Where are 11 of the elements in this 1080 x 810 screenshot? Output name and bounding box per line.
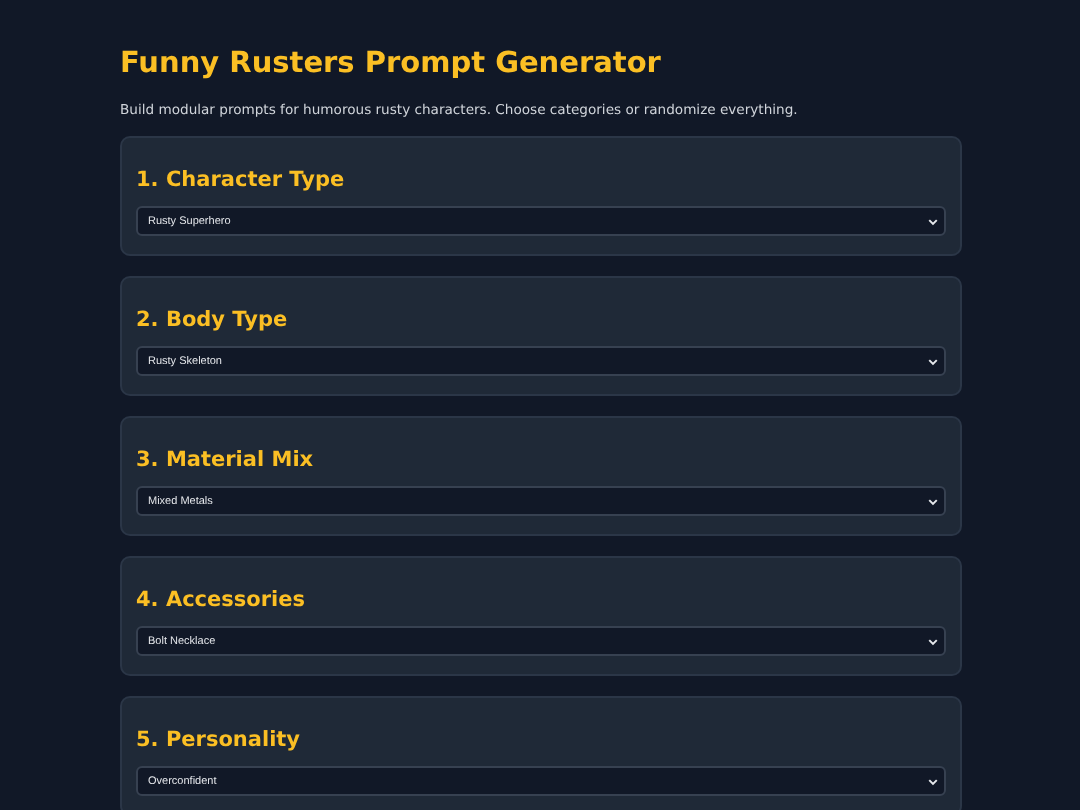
section-heading: 5. Personality: [136, 726, 303, 754]
section-heading: 2. Body Type: [136, 306, 290, 334]
section-heading: 3. Material Mix: [136, 446, 316, 474]
section-heading: 1. Character Type: [136, 166, 347, 194]
chevron-down-icon: [928, 777, 938, 785]
section-heading: 4. Accessories: [136, 586, 308, 614]
chevron-down-icon: [928, 357, 938, 365]
chevron-down-icon: [928, 637, 938, 645]
chevron-down-icon: [928, 497, 938, 505]
chevron-down-icon: [928, 217, 938, 225]
page-title: Funny Rusters Prompt Generator: [120, 46, 663, 82]
